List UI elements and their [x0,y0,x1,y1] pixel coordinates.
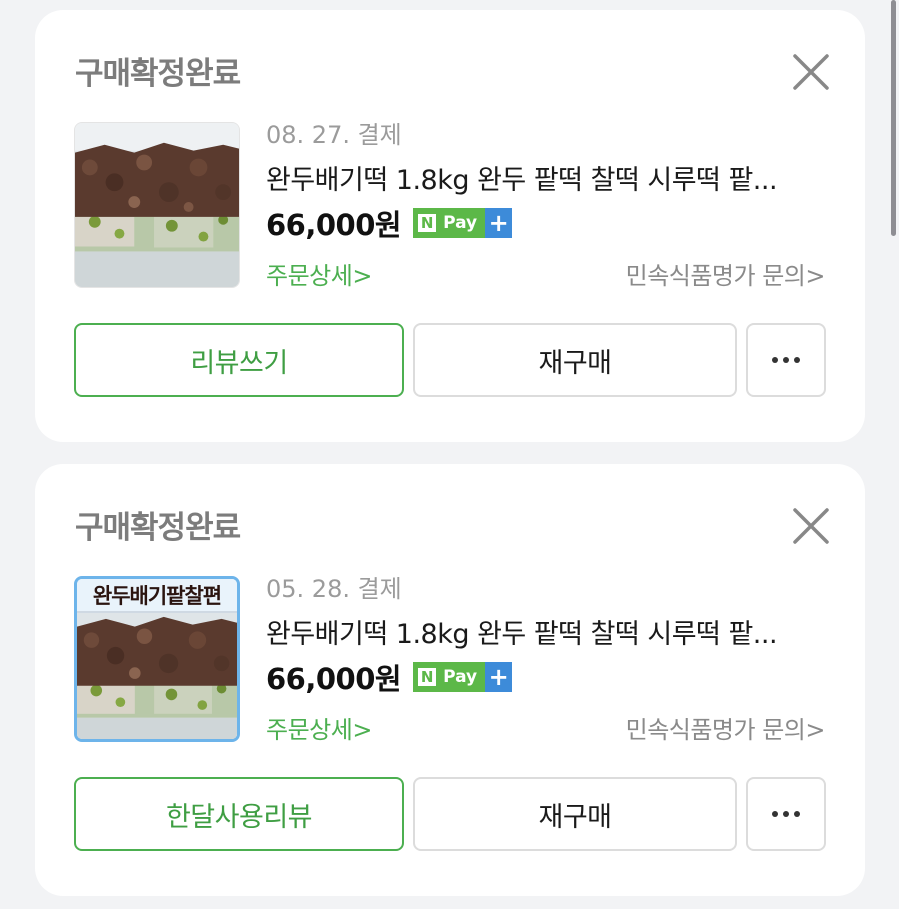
seller-inquiry-link[interactable]: 민속식품명가 문의> [626,710,826,745]
order-detail-link[interactable]: 주문상세> [266,710,372,745]
scrollbar[interactable] [891,0,896,236]
rebuy-button[interactable]: 재구매 [413,777,737,851]
npay-plus-icon: + [485,662,513,692]
price-row: 66,000원 N Pay + [266,657,513,697]
product-title[interactable]: 완두배기떡 1.8kg 완두 팥떡 찰떡 시루떡 팥... [266,158,826,197]
npay-n-icon: N [413,208,442,238]
order-status: 구매확정완료 [75,56,241,92]
price-row: 66,000원 N Pay + [266,203,513,243]
close-icon[interactable] [791,52,831,92]
order-card: 구매확정완료 완두배기팥찰편 05. 28. 결제 완두배기떡 1.8kg 완두… [35,464,865,896]
product-title[interactable]: 완두배기떡 1.8kg 완두 팥떡 찰떡 시루떡 팥... [266,612,826,651]
product-price: 66,000원 [266,208,402,242]
payment-date: 05. 28. 결제 [266,575,402,603]
npay-logo: N Pay + [413,662,513,692]
payment-date: 08. 27. 결제 [266,121,402,149]
npay-plus-icon: + [485,208,513,238]
seller-inquiry-link[interactable]: 민속식품명가 문의> [626,256,826,291]
product-thumbnail[interactable] [74,122,240,288]
order-status: 구매확정완료 [75,510,241,546]
close-icon[interactable] [791,506,831,546]
npay-n-icon: N [413,662,442,692]
product-thumbnail[interactable]: 완두배기팥찰편 [74,576,240,742]
npay-pay-label: Pay [441,662,486,692]
more-button[interactable] [746,777,826,851]
more-button[interactable] [746,323,826,397]
more-icon [772,811,800,817]
order-card: 구매확정완료 08. 27. 결제 완두배기떡 1.8kg 완두 팥떡 찰떡 시… [35,10,865,442]
more-icon [772,357,800,363]
product-price: 66,000원 [266,662,402,696]
npay-pay-label: Pay [441,208,486,238]
rebuy-button[interactable]: 재구매 [413,323,737,397]
npay-logo: N Pay + [413,208,513,238]
monthly-review-button[interactable]: 한달사용리뷰 [74,777,404,851]
write-review-button[interactable]: 리뷰쓰기 [74,323,404,397]
thumbnail-banner: 완두배기팥찰편 [77,579,237,613]
order-detail-link[interactable]: 주문상세> [266,256,372,291]
